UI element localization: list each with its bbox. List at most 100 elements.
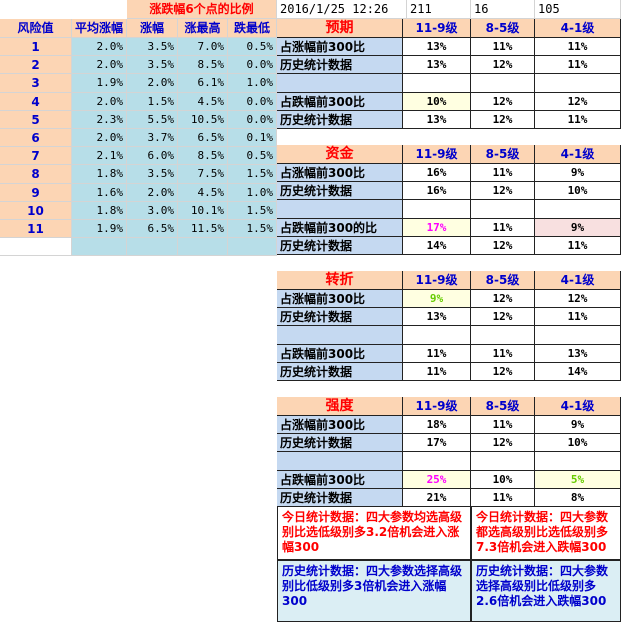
history-note-left[interactable]: 历史统计数据：四大参数选择高级别比低级别多3倍机会进入涨幅300 [277, 560, 471, 622]
risk-value-cell[interactable]: 1.5% [228, 165, 277, 184]
risk-value-cell[interactable]: 0.0% [228, 92, 277, 111]
risk-value-cell[interactable]: 6.1% [178, 74, 228, 93]
block-value-cell[interactable]: 12% [471, 110, 535, 129]
risk-empty-cell[interactable] [178, 238, 228, 257]
risk-value-cell[interactable]: 0.0% [228, 110, 277, 129]
block-row-label[interactable]: 占涨幅前300比 [277, 290, 403, 309]
risk-empty-cell[interactable] [228, 238, 277, 257]
block-value-cell[interactable] [403, 326, 471, 345]
block-value-cell[interactable]: 13% [403, 110, 471, 129]
block-title[interactable]: 预期 [277, 19, 403, 38]
block-value-cell[interactable]: 12% [535, 290, 621, 309]
block-row-label[interactable]: 历史统计数据 [277, 308, 403, 327]
risk-index-cell[interactable]: 6 [0, 129, 72, 148]
risk-value-cell[interactable]: 7.5% [178, 165, 228, 184]
risk-header-3[interactable]: 涨最高 [178, 19, 228, 38]
risk-empty-cell[interactable] [72, 238, 127, 257]
risk-value-cell[interactable]: 3.5% [127, 165, 178, 184]
risk-value-cell[interactable]: 0.5% [228, 38, 277, 57]
block-value-cell[interactable]: 11% [535, 308, 621, 327]
block-value-cell[interactable]: 11% [403, 344, 471, 363]
risk-value-cell[interactable]: 1.0% [228, 74, 277, 93]
block-value-cell[interactable]: 11% [471, 488, 535, 507]
block-value-cell[interactable]: 21% [403, 488, 471, 507]
block-value-cell[interactable]: 12% [471, 56, 535, 75]
risk-value-cell[interactable]: 4.5% [178, 92, 228, 111]
risk-value-cell[interactable]: 2.3% [72, 110, 127, 129]
block-row-label[interactable]: 占跌幅前300的比 [277, 218, 403, 237]
sheet-title[interactable]: 涨跌幅6个点的比例 [127, 0, 277, 19]
block-col-header[interactable]: 8-5级 [471, 271, 535, 290]
risk-value-cell[interactable]: 3.5% [127, 38, 178, 57]
risk-value-cell[interactable]: 3.5% [127, 56, 178, 75]
block-value-cell[interactable]: 11% [471, 218, 535, 237]
risk-value-cell[interactable]: 1.9% [72, 220, 127, 239]
risk-value-cell[interactable]: 2.0% [72, 92, 127, 111]
risk-value-cell[interactable]: 2.0% [127, 74, 178, 93]
block-value-cell[interactable]: 12% [471, 290, 535, 309]
block-value-cell[interactable]: 10% [535, 182, 621, 201]
block-value-cell[interactable]: 13% [403, 38, 471, 57]
block-value-cell[interactable]: 13% [535, 344, 621, 363]
block-title[interactable]: 转折 [277, 271, 403, 290]
block-value-cell[interactable]: 12% [471, 236, 535, 255]
today-note-right[interactable]: 今日统计数据：四大参数都选高级别比选低级别多7.3倍机会进入跌幅300 [471, 506, 621, 560]
block-value-cell[interactable]: 12% [471, 434, 535, 453]
block-value-cell[interactable]: 5% [535, 470, 621, 489]
count-cell-2[interactable]: 16 [471, 0, 535, 19]
risk-value-cell[interactable]: 1.0% [228, 183, 277, 202]
risk-index-cell[interactable]: 5 [0, 110, 72, 129]
risk-value-cell[interactable]: 8.5% [178, 147, 228, 166]
risk-value-cell[interactable]: 1.9% [72, 74, 127, 93]
block-value-cell[interactable] [535, 200, 621, 219]
block-col-header[interactable]: 4-1级 [535, 19, 621, 38]
block-col-header[interactable]: 8-5级 [471, 397, 535, 416]
block-col-header[interactable]: 11-9级 [403, 397, 471, 416]
block-value-cell[interactable]: 9% [535, 218, 621, 237]
block-value-cell[interactable]: 11% [471, 344, 535, 363]
block-row-label[interactable]: 占跌幅前300比 [277, 470, 403, 489]
block-title[interactable]: 资金 [277, 145, 403, 164]
block-row-label[interactable] [277, 326, 403, 345]
block-value-cell[interactable] [535, 452, 621, 471]
block-value-cell[interactable]: 11% [471, 164, 535, 183]
block-value-cell[interactable]: 14% [403, 236, 471, 255]
block-row-label[interactable]: 历史统计数据 [277, 56, 403, 75]
risk-empty-cell[interactable] [127, 238, 178, 257]
risk-value-cell[interactable]: 1.5% [228, 201, 277, 220]
risk-value-cell[interactable]: 11.5% [178, 220, 228, 239]
block-value-cell[interactable]: 16% [403, 164, 471, 183]
block-value-cell[interactable] [535, 74, 621, 93]
risk-value-cell[interactable]: 2.0% [72, 38, 127, 57]
risk-value-cell[interactable]: 0.1% [228, 129, 277, 148]
risk-value-cell[interactable]: 7.0% [178, 38, 228, 57]
count-cell-3[interactable]: 105 [535, 0, 621, 19]
block-row-label[interactable]: 历史统计数据 [277, 488, 403, 507]
block-row-label[interactable]: 历史统计数据 [277, 182, 403, 201]
risk-value-cell[interactable]: 1.5% [228, 220, 277, 239]
block-value-cell[interactable]: 10% [403, 92, 471, 111]
block-value-cell[interactable]: 9% [535, 164, 621, 183]
block-col-header[interactable]: 4-1级 [535, 397, 621, 416]
risk-value-cell[interactable]: 2.1% [72, 147, 127, 166]
risk-header-2[interactable]: 涨幅 [127, 19, 178, 38]
block-row-label[interactable]: 占跌幅前300比 [277, 344, 403, 363]
block-title[interactable]: 强度 [277, 397, 403, 416]
block-value-cell[interactable] [471, 452, 535, 471]
block-value-cell[interactable]: 18% [403, 416, 471, 435]
risk-value-cell[interactable]: 10.1% [178, 201, 228, 220]
block-value-cell[interactable]: 11% [403, 362, 471, 381]
risk-value-cell[interactable]: 0.5% [228, 147, 277, 166]
risk-empty-cell[interactable] [0, 238, 72, 257]
risk-value-cell[interactable]: 1.8% [72, 165, 127, 184]
block-value-cell[interactable]: 8% [535, 488, 621, 507]
block-value-cell[interactable]: 11% [535, 236, 621, 255]
risk-value-cell[interactable]: 8.5% [178, 56, 228, 75]
risk-value-cell[interactable]: 3.7% [127, 129, 178, 148]
risk-header-0[interactable]: 风险值 [0, 19, 72, 38]
risk-index-cell[interactable]: 1 [0, 38, 72, 57]
block-row-label[interactable]: 占涨幅前300比 [277, 416, 403, 435]
block-value-cell[interactable]: 12% [471, 182, 535, 201]
block-value-cell[interactable]: 9% [535, 416, 621, 435]
block-value-cell[interactable]: 10% [471, 470, 535, 489]
